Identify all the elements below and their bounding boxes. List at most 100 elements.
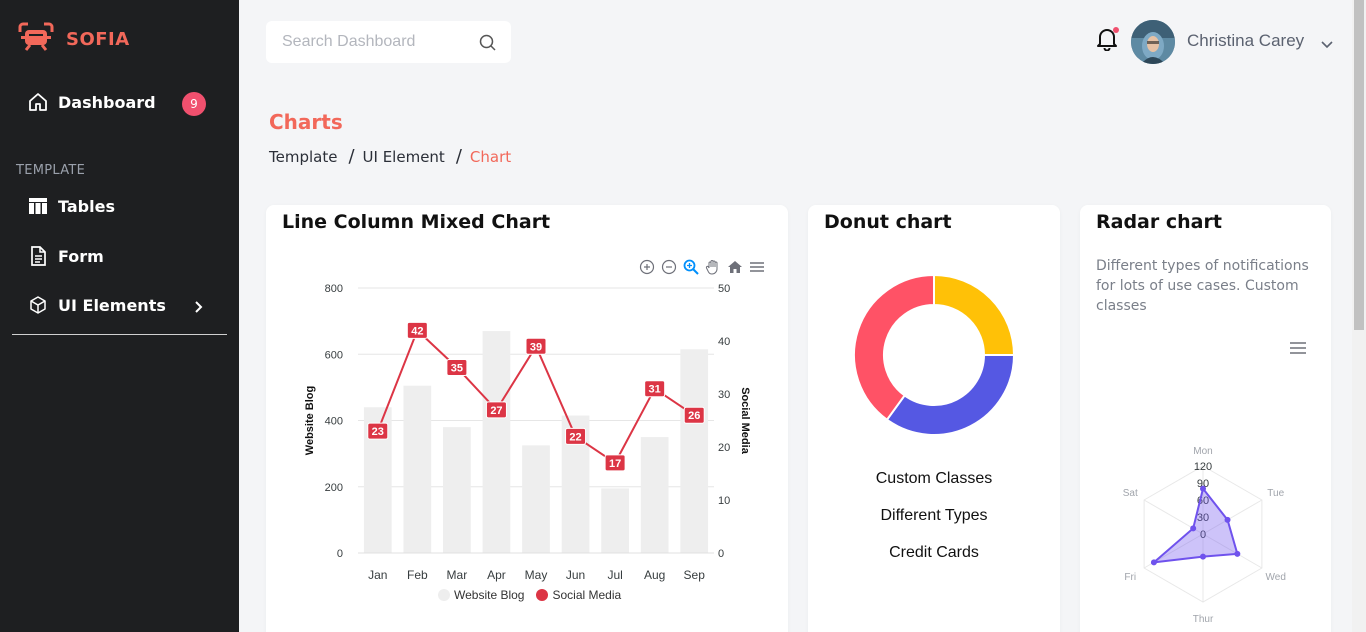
radar-tick-label: 120 [1194,461,1212,473]
notifications-button[interactable] [1096,27,1119,55]
bar [522,445,550,553]
x-tick-label: Apr [487,568,506,582]
y2-tick-label: 40 [718,336,730,348]
scrollbar-thumb[interactable] [1354,0,1364,330]
x-tick-label: Mar [447,568,468,582]
search-box [266,21,511,63]
radar-chart-plot: MonTueWedThurFriSat0306090120 [1123,446,1286,625]
y-tick-label: 400 [325,416,343,428]
breadcrumb: Template / UI Element / Chart [269,146,511,167]
x-tick-label: Sep [684,568,706,582]
x-tick-label: Jun [566,568,585,582]
donut-legend-item: Different Types [880,507,988,524]
radar-point [1190,525,1197,532]
donut-slice [853,273,935,422]
data-label: 31 [649,384,661,396]
bar [680,349,709,553]
card-title: Donut chart [824,211,952,233]
sidebar-item-tables[interactable]: Tables [28,196,115,216]
legend-item[interactable]: Social Media [536,588,621,602]
card-description: Different types of notifications for lot… [1096,258,1309,314]
y2-tick-label: 20 [718,442,730,454]
avatar[interactable] [1131,20,1175,64]
y-axis-title: Website Blog [304,386,316,455]
line-column-chart-card: Line Column Mixed Chart 0 200 400 600 800 0 10… [266,205,788,632]
legend-marker [536,589,549,601]
bar [482,331,511,553]
breadcrumb-separator: / [348,146,355,167]
x-tick-label: Jan [368,568,387,582]
data-label: 22 [569,431,581,443]
mixed-chart-plot: 0 200 400 600 800 0 10 20 30 40 50 Website Blog Soci… [304,283,751,582]
chevron-down-icon[interactable] [1320,35,1334,54]
search-input[interactable] [266,21,511,63]
radar-point [1224,516,1231,523]
page-title: Charts [269,110,343,134]
bar [403,385,432,553]
breadcrumb-current: Chart [469,147,512,166]
radar-point [1234,550,1241,557]
form-icon [28,246,48,266]
bell-icon [1096,29,1118,55]
radar-category-label: Mon [1193,446,1212,457]
data-label: 35 [451,363,463,375]
y-tick-label: 800 [325,283,343,295]
menu-icon[interactable] [1290,340,1306,359]
donut-chart-plot [853,273,1016,436]
legend-label: Social Media [552,588,622,602]
radar-point [1150,559,1157,566]
card-title: Line Column Mixed Chart [282,211,551,233]
radar-chart-card: Radar chart Different types of notificat… [1080,205,1331,632]
chart-legend: Website Blog Social Media [438,588,621,602]
data-label: 17 [609,458,621,470]
legend-item[interactable]: Website Blog [438,588,524,602]
radar-point [1200,485,1206,492]
sidebar: SOFIA Dashboard 9 TEMPLATE Tables Form U… [0,0,239,632]
card-title: Radar chart [1096,211,1222,233]
donut-legend-item: Credit Cards [889,544,979,561]
y2-tick-label: 10 [718,495,730,507]
sidebar-item-form[interactable]: Form [28,246,104,266]
notification-dot [1113,27,1119,33]
chevron-right-icon[interactable] [194,299,204,318]
breadcrumb-item[interactable]: Template [269,148,337,166]
sidebar-section-label: TEMPLATE [16,163,86,178]
bar [601,488,629,553]
brand-name: SOFIA [66,28,130,50]
user-name[interactable]: Christina Carey [1187,31,1304,51]
data-label: 42 [411,325,423,337]
y-tick-label: 200 [325,482,343,494]
y2-tick-label: 0 [718,548,724,560]
brand[interactable]: SOFIA [18,22,130,56]
sidebar-item-dashboard[interactable]: Dashboard [28,92,156,112]
breadcrumb-item[interactable]: UI Element [363,148,445,166]
y2-axis-title: Social Media [739,387,751,455]
sidebar-item-label: Dashboard [58,92,156,112]
sidebar-item-ui-elements[interactable]: UI Elements [28,295,166,315]
home-icon [28,92,48,112]
donut-slice [933,273,1016,356]
bar [443,427,471,553]
page-scrollbar[interactable] [1352,0,1366,632]
x-tick-label: Feb [407,568,428,582]
search-icon[interactable] [479,34,497,56]
radar-category-label: Wed [1266,572,1286,583]
breadcrumb-separator: / [455,146,462,167]
y2-tick-label: 30 [718,389,730,401]
table-icon [28,196,48,216]
radar-category-label: Thur [1193,614,1214,625]
legend-label: Website Blog [454,588,525,602]
sidebar-item-label: UI Elements [58,295,166,315]
legend-marker [438,589,450,601]
sidebar-item-label: Form [58,246,104,266]
x-tick-label: May [525,568,548,582]
radar-category-label: Fri [1124,572,1136,583]
cube-icon [28,295,48,315]
y2-tick-label: 50 [718,283,730,295]
data-label: 26 [688,410,700,422]
radar-category-label: Sat [1123,488,1138,499]
bar [640,437,669,553]
sidebar-item-label: Tables [58,196,115,216]
y-tick-label: 600 [325,349,343,361]
x-tick-label: Jul [607,568,622,582]
